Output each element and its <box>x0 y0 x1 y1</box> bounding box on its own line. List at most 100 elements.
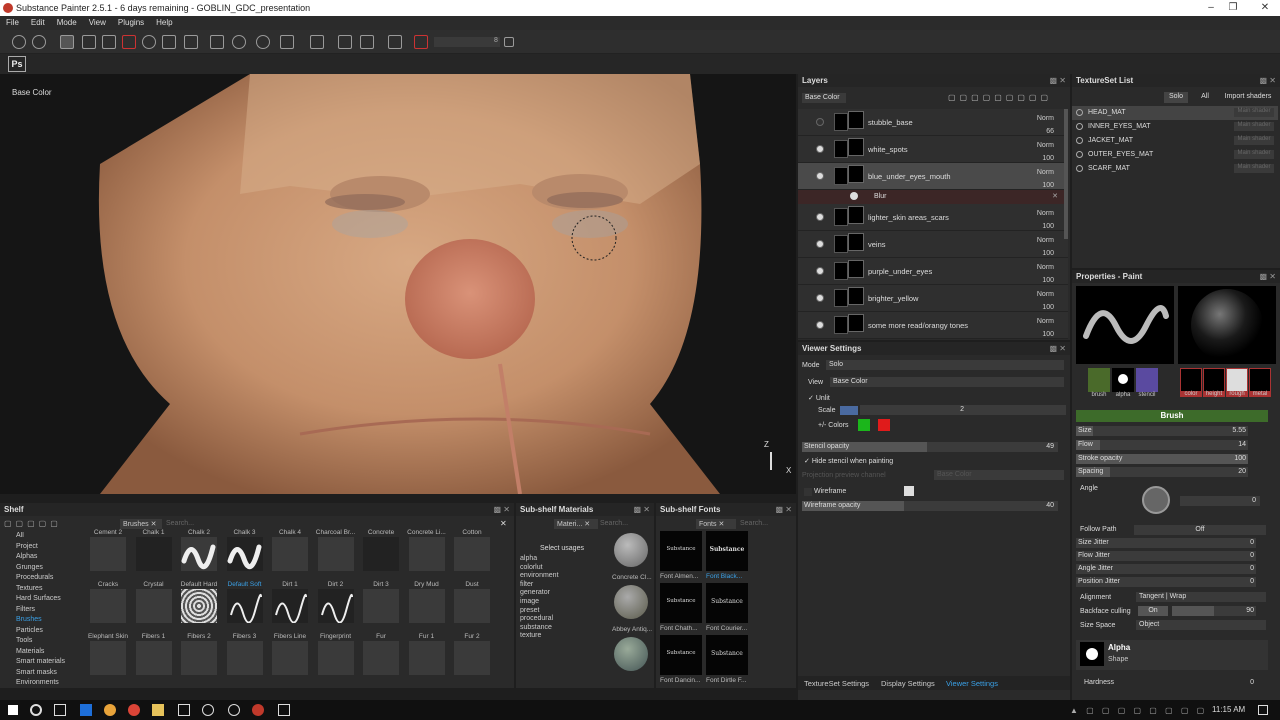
brush-preset[interactable]: Charcoal Br... <box>314 529 358 581</box>
smudge-icon[interactable] <box>142 35 156 49</box>
visibility-eye-icon[interactable] <box>816 145 824 153</box>
brush-preset[interactable]: Fibers 3 <box>223 633 267 685</box>
layer-blend-mode[interactable]: Norm <box>1037 291 1054 298</box>
maximize-icon[interactable]: ❐ <box>1226 2 1240 14</box>
layer-blend-mode[interactable]: Norm <box>1037 237 1054 244</box>
layer-row[interactable]: lighter_skin areas_scars Norm 100 <box>798 204 1068 231</box>
font-preset[interactable]: Substance Font Dirtle F... <box>706 635 750 687</box>
alignment-dropdown[interactable]: Tangent | Wrap <box>1136 592 1266 602</box>
effect-remove-icon[interactable]: ✕ <box>1052 192 1058 200</box>
start-icon[interactable] <box>8 705 18 715</box>
negative-color-swatch[interactable] <box>878 419 890 431</box>
height-channel-icon[interactable] <box>1203 368 1225 392</box>
brush-preset[interactable]: Concrete Li... <box>405 529 449 581</box>
layer-blend-opacity[interactable]: Norm 100 <box>1037 288 1054 314</box>
positive-color-swatch[interactable] <box>858 419 870 431</box>
materials-search-input[interactable]: Search... <box>600 520 628 527</box>
brush-preset[interactable]: Fur 1 <box>405 633 449 685</box>
brush-preset[interactable]: Fibers 1 <box>132 633 176 685</box>
fonts-filter-tag[interactable]: Fonts ✕ <box>696 519 736 529</box>
brush-preset[interactable]: Chalk 3 <box>223 529 267 581</box>
shelf-category[interactable]: All <box>0 532 76 543</box>
layer-effect-row[interactable]: Blur ✕ <box>798 190 1068 204</box>
usage-item[interactable]: environment <box>520 572 606 581</box>
projection-icon[interactable] <box>102 35 116 49</box>
layer-row[interactable]: blue_under_eyes_mouth Norm 100 <box>798 163 1068 190</box>
shelf-category[interactable]: Particles <box>0 627 76 638</box>
minimize-icon[interactable]: – <box>1204 2 1218 14</box>
symmetry-x-icon[interactable] <box>256 35 270 49</box>
radio-icon[interactable] <box>1076 123 1083 130</box>
photos-icon[interactable] <box>278 704 290 716</box>
select-usages-label[interactable]: Select usages <box>540 545 584 552</box>
polygon-fill-icon[interactable] <box>122 35 136 49</box>
materials-filter-tag[interactable]: Materi... ✕ <box>554 519 598 529</box>
layer-blend-opacity[interactable]: Norm 100 <box>1037 315 1054 339</box>
hide-stencil-checkbox[interactable]: ✓ Hide stencil when painting <box>804 457 893 465</box>
shelf-category[interactable]: Environments <box>0 679 76 688</box>
shelf-category[interactable]: Tools <box>0 637 76 648</box>
usage-item[interactable]: generator <box>520 589 606 598</box>
usage-item[interactable]: filter <box>520 581 606 590</box>
clone-icon[interactable] <box>162 35 176 49</box>
brush-preset[interactable]: Chalk 1 <box>132 529 176 581</box>
import-shaders-button[interactable]: Import shaders <box>1220 92 1276 103</box>
backface-toggle[interactable]: On <box>1138 606 1168 616</box>
brush-preset[interactable]: Cement 2 <box>86 529 130 581</box>
app-icon-1[interactable] <box>202 704 214 716</box>
visibility-eye-icon[interactable] <box>816 213 824 221</box>
shelf-category[interactable]: Hard Surfaces <box>0 595 76 606</box>
brush-preset[interactable]: Cotton <box>450 529 494 581</box>
layer-blend-opacity[interactable]: Norm 100 <box>1037 166 1054 192</box>
visibility-eye-icon[interactable] <box>816 118 824 126</box>
photoshop-export-button[interactable]: Ps <box>8 56 26 72</box>
visibility-eye-icon[interactable] <box>816 172 824 180</box>
layers-scrollbar[interactable] <box>1064 109 1068 239</box>
layer-row[interactable]: purple_under_eyes Norm 100 <box>798 258 1068 285</box>
visibility-eye-icon[interactable] <box>816 294 824 302</box>
brush-preset[interactable]: Dust <box>450 581 494 633</box>
shelf-category[interactable]: Procedurals <box>0 574 76 585</box>
symmetry-y-icon[interactable] <box>280 35 294 49</box>
layer-blend-mode[interactable]: Norm <box>1037 115 1054 122</box>
edit-icon[interactable] <box>504 37 514 47</box>
layer-blend-mode[interactable]: Norm <box>1037 169 1054 176</box>
projection-preview-dropdown[interactable]: Base Color <box>934 470 1064 480</box>
layer-blend-opacity[interactable]: Norm 100 <box>1037 207 1054 233</box>
menu-plugins[interactable]: Plugins <box>112 16 150 27</box>
shelf-category[interactable]: Brushes <box>0 616 76 627</box>
firefox-icon[interactable] <box>104 704 116 716</box>
visibility-eye-icon[interactable] <box>816 321 824 329</box>
app-icon-2[interactable] <box>228 704 240 716</box>
brush-preset[interactable]: Crystal <box>132 581 176 633</box>
shelf-category[interactable]: Grunges <box>0 564 76 575</box>
material-thumb-3[interactable] <box>614 637 648 671</box>
font-preset[interactable]: Substance Font Chath... <box>660 583 704 635</box>
visibility-eye-icon[interactable] <box>816 267 824 275</box>
brush-preset[interactable]: Fur <box>359 633 403 685</box>
size-space-dropdown[interactable]: Object <box>1136 620 1266 630</box>
material-picker-icon[interactable] <box>184 35 198 49</box>
shader-selector[interactable]: Main shader <box>1234 122 1274 131</box>
eraser-icon[interactable] <box>82 35 96 49</box>
layer-row[interactable]: white_spots Norm 100 <box>798 136 1068 163</box>
tab-viewer-settings[interactable]: Viewer Settings <box>946 679 998 688</box>
brush-preset[interactable]: Dirt 1 <box>268 581 312 633</box>
notifications-icon[interactable] <box>1258 705 1268 715</box>
shader-selector[interactable]: Main shader <box>1234 136 1274 145</box>
brush-preset[interactable]: Elephant Skin <box>86 633 130 685</box>
shelf-clear-icon[interactable]: ✕ <box>500 519 507 528</box>
wireframe-checkbox[interactable] <box>804 488 812 496</box>
layer-row[interactable]: brighter_yellow Norm 100 <box>798 285 1068 312</box>
metal-channel-icon[interactable] <box>1249 368 1271 392</box>
usage-item[interactable]: preset <box>520 607 606 616</box>
brush-preset[interactable]: Cracks <box>86 581 130 633</box>
layer-blend-opacity[interactable]: Norm 66 <box>1037 112 1054 138</box>
menu-file[interactable]: File <box>0 16 25 27</box>
brush-preset[interactable]: Fibers 2 <box>177 633 221 685</box>
shader-selector[interactable]: Main shader <box>1234 164 1274 173</box>
color-channel-icon[interactable] <box>1180 368 1202 392</box>
shader-selector[interactable]: Main shader <box>1234 150 1274 159</box>
shader-selector[interactable]: Main shader <box>1234 108 1274 117</box>
shelf-category[interactable]: Textures <box>0 585 76 596</box>
